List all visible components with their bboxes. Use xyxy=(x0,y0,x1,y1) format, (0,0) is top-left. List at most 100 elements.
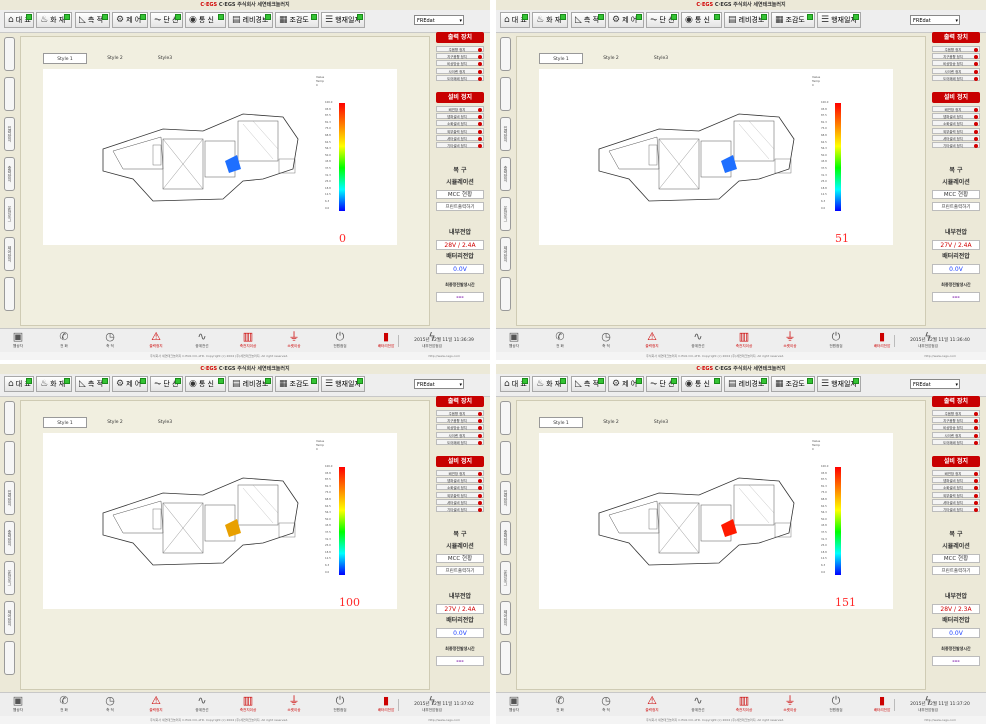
print-button[interactable]: 프린트출력하기 xyxy=(436,202,484,211)
menu-log-button[interactable]: ☰ 행재일지 xyxy=(817,12,861,28)
side-tab[interactable] xyxy=(500,641,511,675)
side-tab[interactable]: 입력장치 xyxy=(500,481,511,515)
style-tab-1[interactable]: Style 1 xyxy=(43,417,87,428)
menu-chart-button[interactable]: ▤ 레비경보 xyxy=(228,12,273,28)
side-tab[interactable]: 출력장치 xyxy=(4,521,15,555)
bottom-pc-button[interactable]: ▣ 웹상자 xyxy=(4,694,32,713)
simulation-button[interactable]: 시뮬레이션 xyxy=(932,542,980,551)
side-tab[interactable]: 입력장치 xyxy=(500,117,511,151)
side-tab[interactable] xyxy=(4,277,15,311)
bottom-power-button[interactable]: ⏻ 전원점검 xyxy=(822,330,850,349)
menu-control-button[interactable]: ⚙ 제 어 xyxy=(112,376,148,392)
simulation-button[interactable]: 시뮬레이션 xyxy=(932,178,980,187)
bottom-pc-button[interactable]: ▣ 웹상자 xyxy=(500,694,528,713)
stop-button[interactable]: 비상방송 정지 xyxy=(932,60,980,67)
stop-button[interactable]: 주음향 정지 xyxy=(436,410,484,416)
side-tab[interactable]: 운전로그 xyxy=(4,197,15,231)
stop-button[interactable]: 소화설비 정지 xyxy=(932,120,980,127)
bottom-plug-button[interactable]: ⏚ 소켓이상 xyxy=(776,330,804,349)
bottom-pulse-button[interactable]: ∿ 중계전선 xyxy=(684,330,712,349)
side-tab[interactable] xyxy=(4,77,15,111)
bottom-pulse-button[interactable]: ∿ 중계전선 xyxy=(188,330,216,349)
style-tab-1[interactable]: Style 1 xyxy=(539,53,583,64)
stop-button[interactable]: 배연창 정지 xyxy=(436,106,484,112)
menu-home-button[interactable]: ⌂ 대 표 xyxy=(4,376,34,392)
menu-chart-button[interactable]: ▤ 레비경보 xyxy=(724,12,769,28)
side-tab[interactable]: 제어장치 xyxy=(500,237,511,271)
select-dropdown[interactable]: FREdat ▾ xyxy=(414,15,464,25)
bottom-power-button[interactable]: ⏻ 전원점검 xyxy=(822,694,850,713)
bottom-battery-button[interactable]: ▮ 배터리전압 xyxy=(372,694,400,713)
stop-button[interactable]: 사이렌 정지 xyxy=(436,67,484,74)
restore-button[interactable]: 복 구 xyxy=(436,166,484,175)
menu-control-button[interactable]: ⚙ 제 어 xyxy=(608,12,644,28)
bottom-pulse-button[interactable]: ∿ 중계전선 xyxy=(188,694,216,713)
select-dropdown[interactable]: FREdat ▾ xyxy=(910,15,960,25)
stop-button[interactable]: 기타설비 정지 xyxy=(932,505,980,512)
stop-button[interactable]: 비상방송 정지 xyxy=(436,424,484,431)
url-link[interactable]: http://www.cegs.com xyxy=(924,352,956,360)
menu-home-button[interactable]: ⌂ 대 표 xyxy=(500,376,530,392)
bottom-pc-button[interactable]: ▣ 웹상자 xyxy=(4,330,32,349)
stop-button[interactable]: 주음향 정지 xyxy=(932,410,980,416)
stop-button[interactable]: 도어폐쇄 정지 xyxy=(436,438,484,445)
menu-view-button[interactable]: ▦ 조감도 xyxy=(275,12,319,28)
bottom-plug-button[interactable]: ⏚ 소켓이상 xyxy=(776,694,804,713)
restore-button[interactable]: 복 구 xyxy=(932,530,980,539)
side-tab[interactable]: 제어장치 xyxy=(500,601,511,635)
side-tab[interactable] xyxy=(500,77,511,111)
menu-measure-button[interactable]: ◺ 측 적 xyxy=(571,376,606,392)
side-tab[interactable]: 출력장치 xyxy=(4,157,15,191)
menu-fire-button[interactable]: ♨ 화 재 xyxy=(36,376,72,392)
mcc-status-button[interactable]: MCC 현황 xyxy=(932,190,980,199)
bottom-phone-button[interactable]: ✆ 전 화 xyxy=(546,694,574,713)
stop-button[interactable]: 배연창 정지 xyxy=(932,470,980,476)
menu-circuit-button[interactable]: ⏦ 단 선 xyxy=(646,376,679,392)
stop-button[interactable]: 셔터설비 정지 xyxy=(436,498,484,505)
side-tab[interactable] xyxy=(4,401,15,435)
stop-button[interactable]: 소화설비 정지 xyxy=(436,484,484,491)
stop-button[interactable]: 주음향 정지 xyxy=(436,46,484,52)
menu-log-button[interactable]: ☰ 행재일지 xyxy=(817,376,861,392)
bottom-alarm-button[interactable]: ⚠ 출력정지 xyxy=(142,330,170,349)
menu-view-button[interactable]: ▦ 조감도 xyxy=(771,12,815,28)
menu-log-button[interactable]: ☰ 행재일지 xyxy=(321,12,365,28)
url-link[interactable]: http://www.cegs.com xyxy=(924,716,956,724)
menu-view-button[interactable]: ▦ 조감도 xyxy=(771,376,815,392)
menu-view-button[interactable]: ▦ 조감도 xyxy=(275,376,319,392)
url-link[interactable]: http://www.cegs.com xyxy=(428,716,460,724)
style-tab-3[interactable]: Style3 xyxy=(143,417,187,428)
menu-measure-button[interactable]: ◺ 측 적 xyxy=(571,12,606,28)
stop-button[interactable]: 배연창 정지 xyxy=(436,470,484,476)
mcc-status-button[interactable]: MCC 현황 xyxy=(436,554,484,563)
stop-button[interactable]: 지구음향 정지 xyxy=(932,417,980,424)
bottom-power-button[interactable]: ⏻ 전원점검 xyxy=(326,330,354,349)
bottom-battery-button[interactable]: ▮ 배터리전압 xyxy=(372,330,400,349)
menu-log-button[interactable]: ☰ 행재일지 xyxy=(321,376,365,392)
mcc-status-button[interactable]: MCC 현황 xyxy=(436,190,484,199)
side-tab[interactable]: 입력장치 xyxy=(4,481,15,515)
stop-button[interactable]: 기타설비 정지 xyxy=(436,141,484,148)
side-tab[interactable]: 운전로그 xyxy=(500,561,511,595)
style-tab-1[interactable]: Style 1 xyxy=(43,53,87,64)
style-tab-2[interactable]: Style 2 xyxy=(93,53,137,64)
side-tab[interactable]: 출력장치 xyxy=(500,521,511,555)
side-tab[interactable] xyxy=(500,37,511,71)
stop-button[interactable]: 댐퍼설비 정지 xyxy=(436,113,484,120)
side-tab[interactable] xyxy=(4,441,15,475)
select-dropdown[interactable]: FREdat ▾ xyxy=(910,379,960,389)
stop-button[interactable]: 도어폐쇄 정지 xyxy=(932,438,980,445)
stop-button[interactable]: 외부출력 정지 xyxy=(436,491,484,498)
bottom-plug-button[interactable]: ⏚ 소켓이상 xyxy=(280,694,308,713)
bottom-pulse-button[interactable]: ∿ 중계전선 xyxy=(684,694,712,713)
side-tab[interactable] xyxy=(500,277,511,311)
restore-button[interactable]: 복 구 xyxy=(932,166,980,175)
stop-button[interactable]: 사이렌 정지 xyxy=(932,431,980,438)
bottom-phone-button[interactable]: ✆ 전 화 xyxy=(50,330,78,349)
stop-button[interactable]: 외부출력 정지 xyxy=(436,127,484,134)
stop-button[interactable]: 셔터설비 정지 xyxy=(932,134,980,141)
menu-signal-button[interactable]: ◉ 통 신 xyxy=(681,12,722,28)
mcc-status-button[interactable]: MCC 현황 xyxy=(932,554,980,563)
stop-button[interactable]: 셔터설비 정지 xyxy=(932,498,980,505)
stop-button[interactable]: 댐퍼설비 정지 xyxy=(932,113,980,120)
